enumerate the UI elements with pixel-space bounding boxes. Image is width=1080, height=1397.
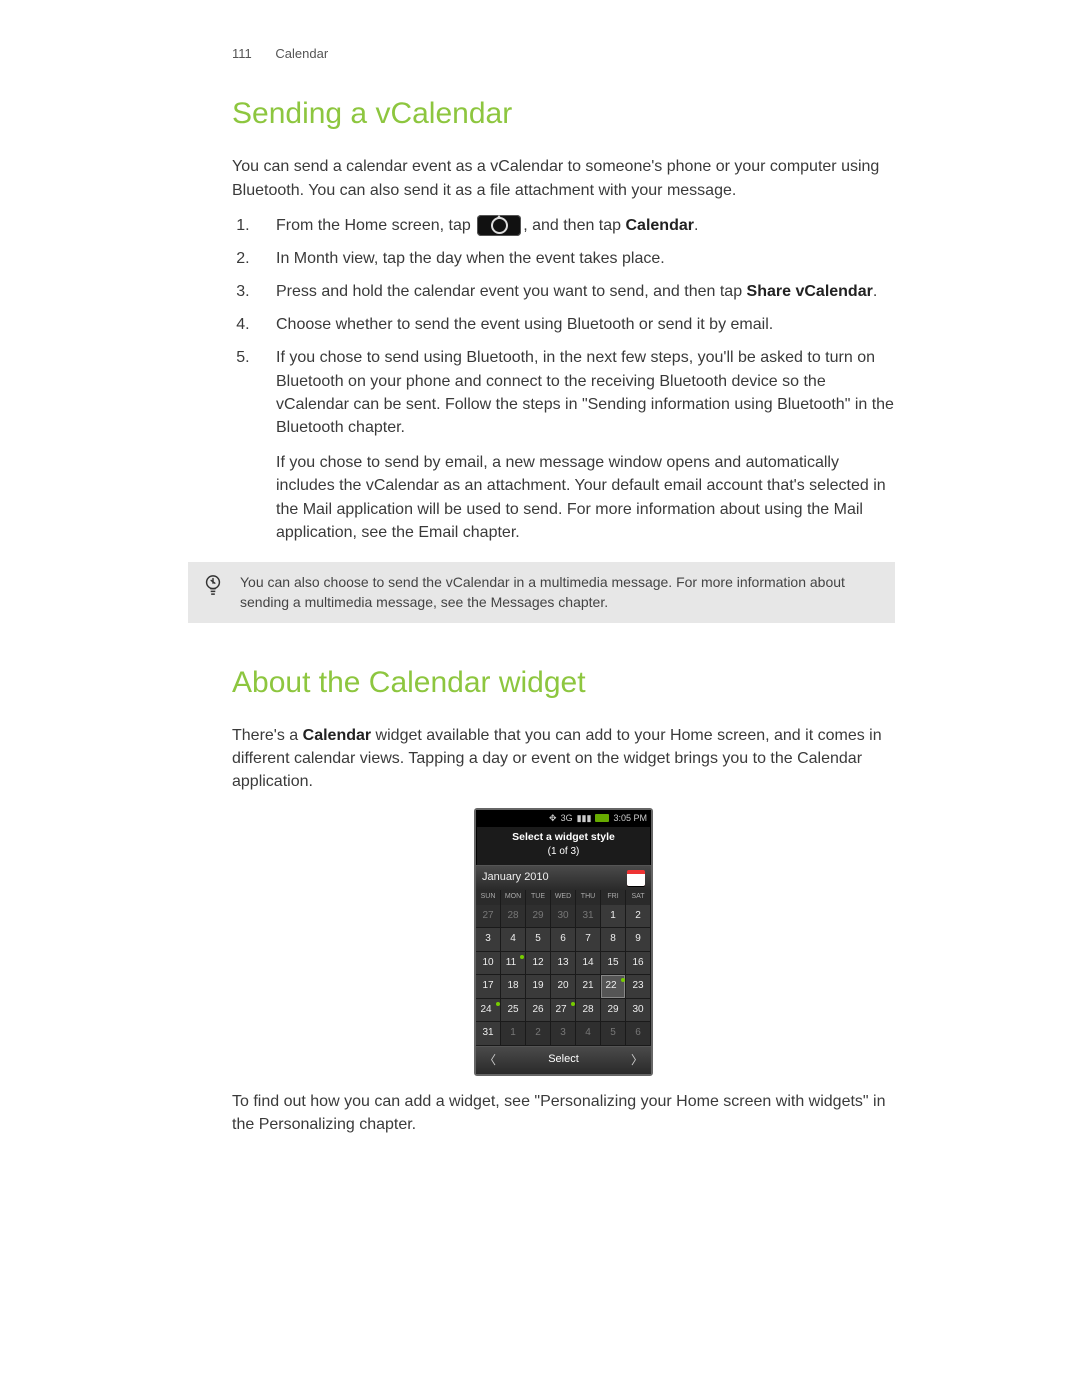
calendar-cell: 28 (501, 905, 526, 929)
section-title-widget: About the Calendar widget (232, 661, 895, 705)
phone-footer: 〈 Select 〉 (476, 1046, 651, 1074)
step-3: Press and hold the calendar event you wa… (254, 280, 895, 303)
calendar-cell: 29 (601, 999, 626, 1023)
calendar-cell: 5 (601, 1022, 626, 1046)
dow-cell: MON (501, 890, 526, 904)
gps-icon: ✥ (549, 812, 557, 825)
widget-paragraph-2: To find out how you can add a widget, se… (232, 1090, 895, 1136)
dow-cell: SUN (476, 890, 501, 904)
calendar-cell: 1 (501, 1022, 526, 1046)
calendar-cell: 31 (476, 1022, 501, 1046)
calendar-cell: 20 (551, 975, 576, 999)
all-apps-icon (477, 215, 521, 236)
month-label: January 2010 (482, 870, 549, 886)
signal-icon: ▮▮▮ (577, 812, 592, 825)
step-2: In Month view, tap the day when the even… (254, 247, 895, 270)
tip-callout: You can also choose to send the vCalenda… (188, 562, 895, 623)
calendar-cell: 30 (551, 905, 576, 929)
page-number: 111 (232, 46, 252, 61)
calendar-cell: 1 (601, 905, 626, 929)
calendar-cell: 28 (576, 999, 601, 1023)
calendar-cell: 21 (576, 975, 601, 999)
calendar-cell: 4 (501, 928, 526, 952)
dow-cell: SAT (626, 890, 651, 904)
tip-text: You can also choose to send the vCalenda… (240, 574, 845, 610)
calendar-cell: 4 (576, 1022, 601, 1046)
dow-cell: FRI (601, 890, 626, 904)
network-label: 3G (561, 812, 573, 825)
dow-cell: THU (576, 890, 601, 904)
calendar-cell: 9 (626, 928, 651, 952)
calendar-cell: 6 (626, 1022, 651, 1046)
month-bar: January 2010 (476, 865, 651, 890)
calendar-cell: 5 (526, 928, 551, 952)
clock-label: 3:05 PM (613, 812, 647, 825)
phone-mock: ✥ 3G ▮▮▮ 3:05 PM Select a widget style (… (474, 808, 653, 1076)
calendar-cell: 27 (551, 999, 576, 1023)
calendar-cell: 13 (551, 952, 576, 976)
step-4: Choose whether to send the event using B… (254, 313, 895, 336)
calendar-cell: 18 (501, 975, 526, 999)
intro-paragraph: You can send a calendar event as a vCale… (232, 155, 895, 201)
calendar-cell: 22 (601, 975, 626, 999)
calendar-cell: 11 (501, 952, 526, 976)
calendar-cell: 12 (526, 952, 551, 976)
calendar-icon (627, 870, 645, 886)
calendar-cell: 29 (526, 905, 551, 929)
step-5: If you chose to send using Bluetooth, in… (254, 346, 895, 544)
widget-picker-title: Select a widget style (476, 827, 651, 845)
calendar-cell: 3 (476, 928, 501, 952)
calendar-cell: 24 (476, 999, 501, 1023)
widget-picker-subtitle: (1 of 3) (476, 845, 651, 866)
calendar-cell: 25 (501, 999, 526, 1023)
calendar-cell: 3 (551, 1022, 576, 1046)
calendar-grid: 2728293031123456789101112131415161718192… (476, 905, 651, 1046)
prev-arrow-icon: 〈 (484, 1052, 496, 1069)
calendar-cell: 31 (576, 905, 601, 929)
dow-cell: WED (551, 890, 576, 904)
section-title-sending: Sending a vCalendar (232, 92, 895, 136)
chapter-name: Calendar (275, 46, 328, 61)
calendar-cell: 15 (601, 952, 626, 976)
day-of-week-row: SUNMONTUEWEDTHUFRISAT (476, 890, 651, 904)
calendar-cell: 27 (476, 905, 501, 929)
calendar-cell: 30 (626, 999, 651, 1023)
steps-list: From the Home screen, tap , and then tap… (232, 214, 895, 544)
calendar-cell: 17 (476, 975, 501, 999)
calendar-cell: 10 (476, 952, 501, 976)
calendar-cell: 7 (576, 928, 601, 952)
phone-status-bar: ✥ 3G ▮▮▮ 3:05 PM (476, 810, 651, 827)
calendar-cell: 26 (526, 999, 551, 1023)
calendar-cell: 2 (626, 905, 651, 929)
lightbulb-icon (202, 572, 224, 603)
page-header: 111 Calendar (232, 45, 895, 64)
phone-screenshot: ✥ 3G ▮▮▮ 3:05 PM Select a widget style (… (232, 808, 895, 1076)
calendar-cell: 2 (526, 1022, 551, 1046)
calendar-cell: 8 (601, 928, 626, 952)
widget-paragraph-1: There's a Calendar widget available that… (232, 724, 895, 794)
calendar-cell: 19 (526, 975, 551, 999)
calendar-cell: 14 (576, 952, 601, 976)
calendar-cell: 16 (626, 952, 651, 976)
next-arrow-icon: 〉 (631, 1052, 643, 1069)
step-1: From the Home screen, tap , and then tap… (254, 214, 895, 237)
battery-icon (595, 814, 609, 822)
document-page: 111 Calendar Sending a vCalendar You can… (0, 0, 1080, 1397)
calendar-cell: 6 (551, 928, 576, 952)
calendar-cell: 23 (626, 975, 651, 999)
dow-cell: TUE (526, 890, 551, 904)
select-button-label: Select (496, 1052, 631, 1068)
